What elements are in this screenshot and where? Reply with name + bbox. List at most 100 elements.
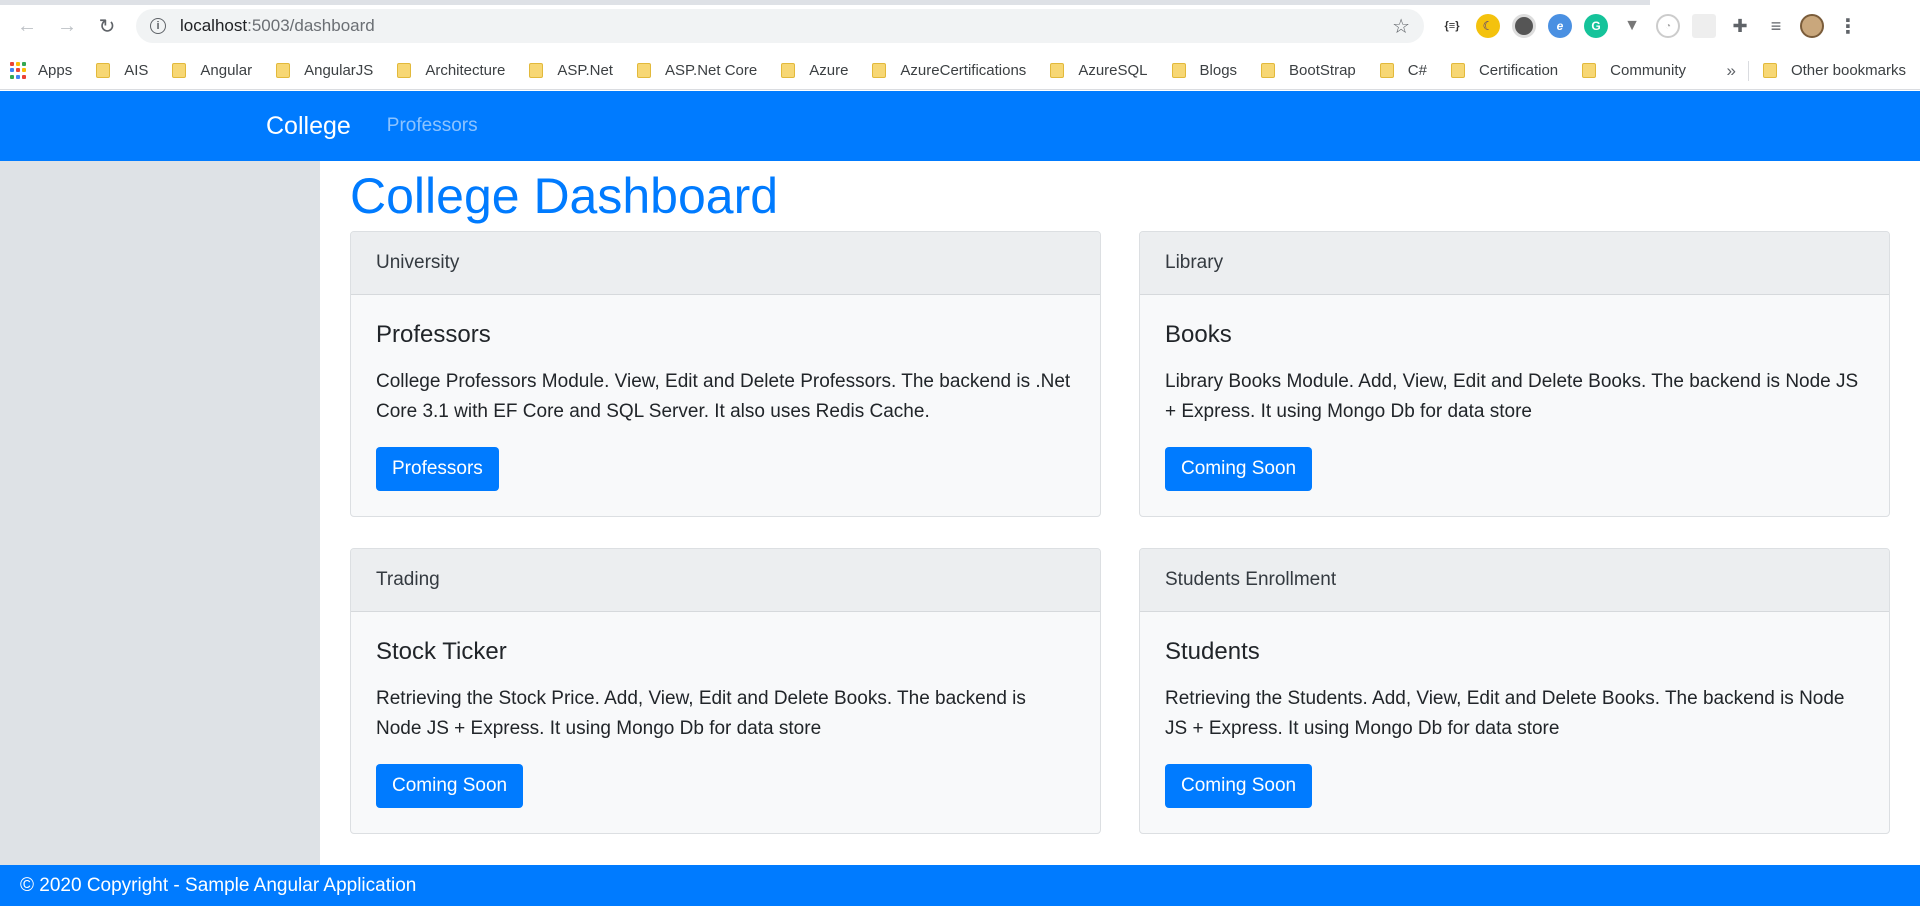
- bookmark-label: AIS: [124, 62, 149, 79]
- bookmark-other[interactable]: Other bookmarks: [1762, 62, 1906, 79]
- vue-devtools-icon[interactable]: ▼: [1620, 14, 1644, 38]
- folder-icon: [1171, 63, 1186, 78]
- bookmark-folder[interactable]: Certification: [1450, 62, 1559, 79]
- bookmark-folder[interactable]: C#: [1379, 62, 1427, 79]
- night-mode-icon[interactable]: ☾: [1476, 14, 1500, 38]
- bookmark-folder[interactable]: BootStrap: [1261, 62, 1356, 79]
- folder-icon: [1379, 63, 1394, 78]
- card-title: Stock Ticker: [376, 638, 507, 665]
- folder-icon: [1261, 63, 1276, 78]
- card-header: Library: [1140, 232, 1889, 295]
- bookmark-folder[interactable]: ASP.Net Core: [636, 62, 758, 79]
- bookmark-label: Blogs: [1199, 62, 1238, 79]
- json-viewer-icon[interactable]: {≡}: [1440, 14, 1464, 38]
- forward-icon[interactable]: →: [50, 9, 84, 43]
- bookmark-label: Azure: [809, 62, 849, 79]
- footer-copyright: © 2020 Copyright - Sample Angular Applic…: [20, 874, 417, 896]
- books-coming-soon-button[interactable]: Coming Soon: [1165, 447, 1313, 491]
- bookmark-label: AngularJS: [304, 62, 374, 79]
- folder-icon: [1762, 63, 1777, 78]
- card-students-enrollment: Students Enrollment Students Retrieving …: [1139, 548, 1890, 834]
- bookmarks-divider: [1747, 60, 1749, 81]
- bookmark-folder[interactable]: AzureSQL: [1050, 62, 1148, 79]
- edge-ext-icon[interactable]: e: [1548, 14, 1572, 38]
- bookmark-label: Architecture: [425, 62, 506, 79]
- sidebar: [0, 161, 320, 865]
- navbar-brand[interactable]: College: [266, 112, 351, 141]
- bookmark-folder[interactable]: AzureCertifications: [872, 62, 1026, 79]
- bookmark-label: Angular: [200, 62, 253, 79]
- card-text: Retrieving the Stock Price. Add, View, E…: [376, 688, 1026, 739]
- folder-icon: [636, 63, 651, 78]
- bookmark-apps[interactable]: Apps: [10, 61, 73, 80]
- folder-icon: [96, 63, 111, 78]
- page-ext-icon[interactable]: [1692, 14, 1716, 38]
- folder-icon: [1582, 63, 1597, 78]
- address-bar[interactable]: i localhost:5003/dashboard ☆: [136, 9, 1424, 43]
- bookmark-star-icon[interactable]: ☆: [1392, 14, 1410, 39]
- card-header: University: [351, 232, 1100, 295]
- card-title: Students: [1165, 638, 1260, 665]
- stock-coming-soon-button[interactable]: Coming Soon: [376, 764, 524, 808]
- menu-kebab-icon[interactable]: ⋮: [1836, 14, 1860, 38]
- bookmark-label: Certification: [1478, 62, 1559, 79]
- bookmark-folder[interactable]: Architecture: [397, 62, 505, 79]
- bookmark-folder[interactable]: Blogs: [1171, 62, 1238, 79]
- url-host: localhost: [180, 16, 248, 35]
- grammarly-icon[interactable]: G: [1584, 14, 1608, 38]
- site-info-icon[interactable]: i: [150, 18, 166, 34]
- professors-button[interactable]: Professors: [376, 447, 499, 491]
- card-title: Professors: [376, 321, 491, 348]
- nav-link-professors[interactable]: Professors: [387, 115, 478, 137]
- folder-icon: [1450, 63, 1465, 78]
- card-body: Books Library Books Module. Add, View, E…: [1140, 295, 1889, 516]
- back-icon[interactable]: ←: [10, 9, 44, 43]
- bookmark-label: Apps: [38, 62, 73, 79]
- card-header: Students Enrollment: [1140, 549, 1889, 612]
- folder-icon: [529, 63, 544, 78]
- card-text: Library Books Module. Add, View, Edit an…: [1165, 371, 1859, 422]
- reload-icon[interactable]: ↻: [90, 9, 124, 43]
- bookmark-folder[interactable]: Azure: [781, 62, 848, 79]
- bookmark-folder[interactable]: ASP.Net: [529, 62, 613, 79]
- card-title: Books: [1165, 321, 1232, 348]
- students-coming-soon-button[interactable]: Coming Soon: [1165, 764, 1313, 808]
- app-navbar: College Professors: [0, 91, 1920, 161]
- card-body: Professors College Professors Module. Vi…: [351, 295, 1100, 516]
- bookmark-folder[interactable]: Community: [1582, 62, 1686, 79]
- bookmark-folder[interactable]: Angular: [172, 62, 252, 79]
- circle-ext-icon[interactable]: [1512, 14, 1536, 38]
- folder-icon: [872, 63, 887, 78]
- bookmark-label: Community: [1610, 62, 1687, 79]
- bookmark-folder[interactable]: AIS: [96, 62, 148, 79]
- puzzle-icon[interactable]: ✚: [1728, 14, 1752, 38]
- main-content: College Dashboard University Professors …: [350, 161, 1890, 834]
- bookmark-label: AzureCertifications: [900, 62, 1027, 79]
- bookmark-label: Other bookmarks: [1790, 62, 1906, 79]
- avatar[interactable]: [1800, 14, 1824, 38]
- folder-icon: [397, 63, 412, 78]
- card-body: Stock Ticker Retrieving the Stock Price.…: [351, 612, 1100, 833]
- apps-grid-icon: [10, 61, 28, 80]
- bookmark-folder[interactable]: AngularJS: [276, 62, 373, 79]
- more-bookmarks-icon[interactable]: »: [1726, 61, 1735, 81]
- footer: © 2020 Copyright - Sample Angular Applic…: [0, 865, 1920, 906]
- folder-icon: [172, 63, 187, 78]
- card-text: College Professors Module. View, Edit an…: [376, 371, 1071, 422]
- card-library: Library Books Library Books Module. Add,…: [1139, 231, 1890, 517]
- bookmark-label: BootStrap: [1289, 62, 1356, 79]
- timer-ext-icon[interactable]: ◔: [1656, 14, 1680, 38]
- bookmark-label: ASP.Net: [557, 62, 613, 79]
- card-university: University Professors College Professors…: [350, 231, 1101, 517]
- bookmark-label: ASP.Net Core: [664, 62, 758, 79]
- bookmark-label: C#: [1407, 62, 1427, 79]
- card-text: Retrieving the Students. Add, View, Edit…: [1165, 688, 1845, 739]
- folder-icon: [781, 63, 796, 78]
- page-title: College Dashboard: [350, 168, 779, 224]
- folder-icon: [1050, 63, 1065, 78]
- folder-icon: [276, 63, 291, 78]
- playlist-icon[interactable]: ≡: [1764, 14, 1788, 38]
- browser-toolbar: ← → ↻ i localhost:5003/dashboard ☆ {≡} ☾…: [0, 0, 1920, 52]
- bookmark-label: AzureSQL: [1078, 62, 1148, 79]
- extensions-bar: {≡} ☾ e G ▼ ◔ ✚ ≡ ⋮: [1440, 14, 1860, 38]
